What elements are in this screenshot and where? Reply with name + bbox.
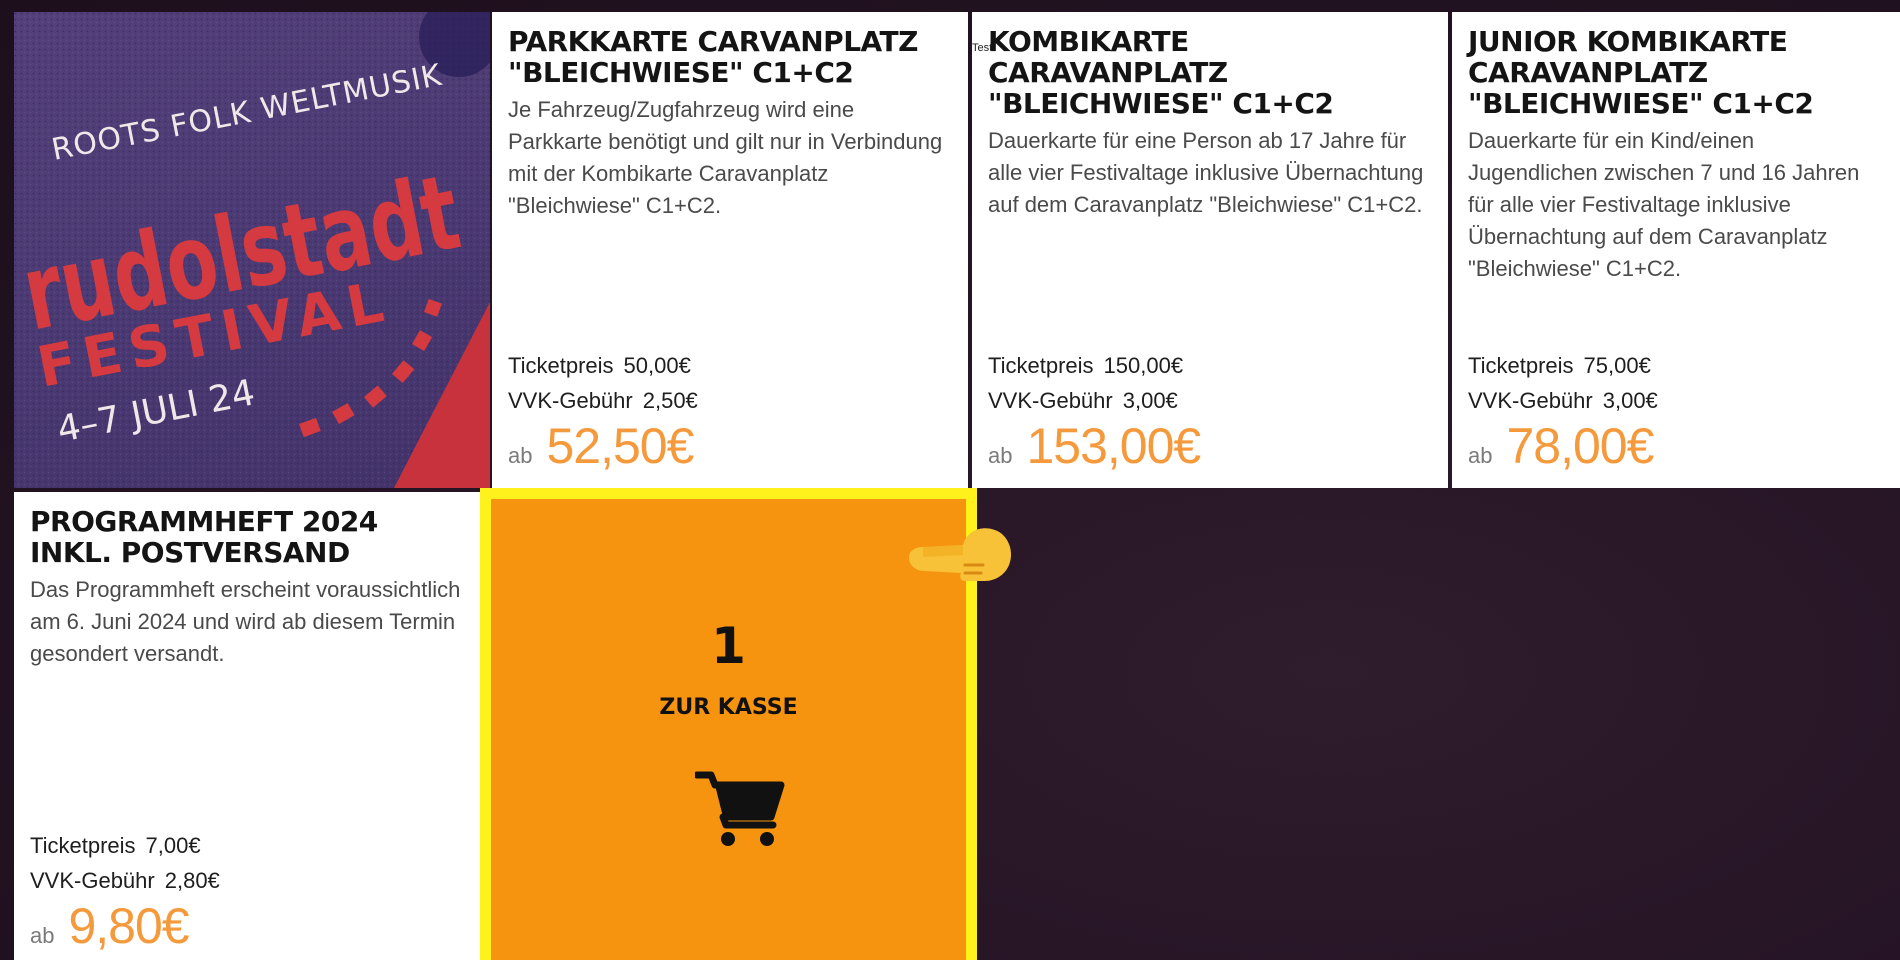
ticket-price-value: 50,00€ [623,353,691,378]
festival-logo: ROOTS FOLK WELTMUSIK rudolstadt FESTIVAL… [14,12,490,488]
ticket-price-label: Ticketpreis [988,353,1094,378]
ticket-price-label: Ticketpreis [30,833,136,858]
fee-label: VVK-Gebühr [1468,388,1593,413]
from-label: ab [988,443,1013,468]
from-label: ab [508,443,533,468]
product-card-junior-kombikarte[interactable]: JUNIOR KOMBIKARTE CARAVANPLATZ "BLEICHWI… [1452,12,1900,488]
total-price: 52,50€ [546,418,694,474]
fee-value: 3,00€ [1122,388,1178,413]
from-label: ab [30,923,55,948]
product-card-kombikarte[interactable]: KOMBIKARTE CARAVANPLATZ "BLEICHWIESE" C1… [972,12,1448,488]
from-label: ab [1468,443,1493,468]
checkout-label: ZUR KASSE [659,695,798,720]
product-title: JUNIOR KOMBIKARTE CARAVANPLATZ "BLEICHWI… [1468,25,1814,120]
fee-label: VVK-Gebühr [508,388,633,413]
ticket-price-label: Ticketpreis [508,353,614,378]
fee-value: 3,00€ [1602,388,1658,413]
ticket-price-value: 75,00€ [1583,353,1651,378]
cart-icon [695,771,785,846]
product-description: Dauerkarte für eine Person ab 17 Jahre f… [988,128,1424,217]
ticket-price-value: 150,00€ [1103,353,1184,378]
fee-label: VVK-Gebühr [988,388,1113,413]
product-title: PARKKARTE CARVANPLATZ "BLEICHWIESE" C1+C… [508,25,918,89]
total-price: 9,80€ [68,898,189,954]
total-price: 78,00€ [1506,418,1654,474]
product-title: PROGRAMMHEFT 2024 INKL. POSTVERSAND [30,505,378,569]
product-description: Dauerkarte für ein Kind/einen Jugendlich… [1468,128,1860,281]
fee-value: 2,50€ [642,388,698,413]
price-block: Ticketpreis 7,00€ VVK-Gebühr 2,80€ ab 9,80€ [30,828,220,954]
ticket-price-label: Ticketpreis [1468,353,1574,378]
total-price: 153,00€ [1026,418,1201,474]
product-card-parkkarte[interactable]: PARKKARTE CARVANPLATZ "BLEICHWIESE" C1+C… [492,12,968,488]
festival-banner: ROOTS FOLK WELTMUSIK rudolstadt FESTIVAL… [14,12,490,488]
price-block: Ticketpreis 50,00€ VVK-Gebühr 2,50€ ab 52,5… [508,348,698,474]
fee-value: 2,80€ [164,868,220,893]
product-description: Das Programmheft erscheint voraussichtli… [30,577,461,666]
price-block: Ticketpreis 150,00€ VVK-Gebühr 3,00€ ab 153… [988,348,1201,474]
ticket-price-value: 7,00€ [145,833,201,858]
test-label: Test [972,42,993,54]
price-block: Ticketpreis 75,00€ VVK-Gebühr 3,00€ ab 78,0… [1468,348,1658,474]
pointing-hand-icon [909,528,1011,581]
fee-label: VVK-Gebühr [30,868,155,893]
product-title: KOMBIKARTE CARAVANPLATZ "BLEICHWIESE" C1… [988,25,1334,120]
product-card-programmheft[interactable]: PROGRAMMHEFT 2024 INKL. POSTVERSAND Das … [14,492,480,960]
product-description: Je Fahrzeug/Zugfahrzeug wird eine Parkka… [508,97,943,218]
cart-count: 1 [711,617,746,675]
checkout-button[interactable]: 1 ZUR KASSE [480,488,977,960]
